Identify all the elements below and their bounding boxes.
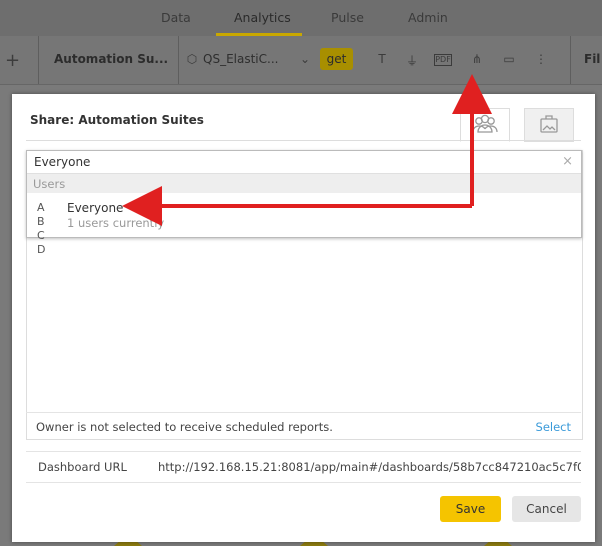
option-name: Everyone xyxy=(67,201,124,215)
nav-tab-pulse[interactable]: Pulse xyxy=(331,10,364,25)
list-item[interactable]: A B C D Everyone 1 users currently xyxy=(27,196,581,256)
group-header: Users xyxy=(27,174,581,193)
save-button[interactable]: Save xyxy=(440,496,501,522)
owner-notice-row: Owner is not selected to receive schedul… xyxy=(26,412,581,439)
nav-tab-data[interactable]: Data xyxy=(161,10,191,25)
dashboard-url-row: Dashboard URL http://192.168.15.21:8081/… xyxy=(26,451,581,483)
widget-button[interactable]: get xyxy=(320,48,353,70)
select-owner-link[interactable]: Select xyxy=(536,420,571,434)
monitor-icon[interactable]: ▭ xyxy=(501,52,517,68)
search-query: Everyone xyxy=(34,155,91,169)
top-navigation: Data Analytics Pulse Admin xyxy=(0,0,602,36)
dashboard-url-label: Dashboard URL xyxy=(38,460,127,474)
tab-share-image[interactable] xyxy=(524,108,574,142)
toolbar-divider xyxy=(178,36,179,84)
more-options-icon[interactable]: ⋮ xyxy=(533,52,549,68)
chevron-down-icon[interactable]: ⌄ xyxy=(297,52,313,68)
pdf-icon[interactable]: PDF xyxy=(434,54,452,66)
nav-tab-analytics[interactable]: Analytics xyxy=(234,10,291,25)
users-group-icon xyxy=(472,114,498,133)
share-icon[interactable]: ⋔ xyxy=(469,52,485,68)
toolbar-divider xyxy=(570,36,571,84)
filters-panel-title: Fil xyxy=(584,52,601,66)
dashboard-toolbar: + Automation Su... QS_ElastiC... ⬡ ⌄ get… xyxy=(0,36,602,85)
toolbar-divider xyxy=(38,36,39,84)
close-icon[interactable]: × xyxy=(562,154,573,169)
text-icon[interactable]: T xyxy=(374,52,390,68)
datasource-selector[interactable]: QS_ElastiC... xyxy=(203,52,278,66)
dashboard-title[interactable]: Automation Su... xyxy=(54,52,168,66)
avatar-initials-top: A B xyxy=(37,201,46,228)
add-icon[interactable]: + xyxy=(5,50,20,71)
owner-notice: Owner is not selected to receive schedul… xyxy=(36,420,333,434)
dashboard-url-value[interactable]: http://192.168.15.21:8081/app/main#/dash… xyxy=(158,460,581,474)
cube-icon: ⬡ xyxy=(186,52,198,66)
group-header-label: Users xyxy=(33,177,66,191)
dialog-title: Share: Automation Suites xyxy=(30,113,204,127)
tab-share-users[interactable] xyxy=(460,108,510,142)
user-search-dropdown: Everyone × Users A B C D Everyone 1 user… xyxy=(26,150,582,256)
option-subtitle: 1 users currently xyxy=(67,216,165,230)
image-export-icon xyxy=(540,115,558,133)
nav-tab-admin[interactable]: Admin xyxy=(408,10,448,25)
user-search-input[interactable]: Everyone × xyxy=(27,151,581,174)
tab-divider xyxy=(26,140,581,141)
cancel-button[interactable]: Cancel xyxy=(512,496,581,522)
lock-icon[interactable]: ⏚ xyxy=(404,52,420,68)
avatar: A B C D xyxy=(37,201,57,257)
avatar-initials-bottom: C D xyxy=(37,229,47,256)
